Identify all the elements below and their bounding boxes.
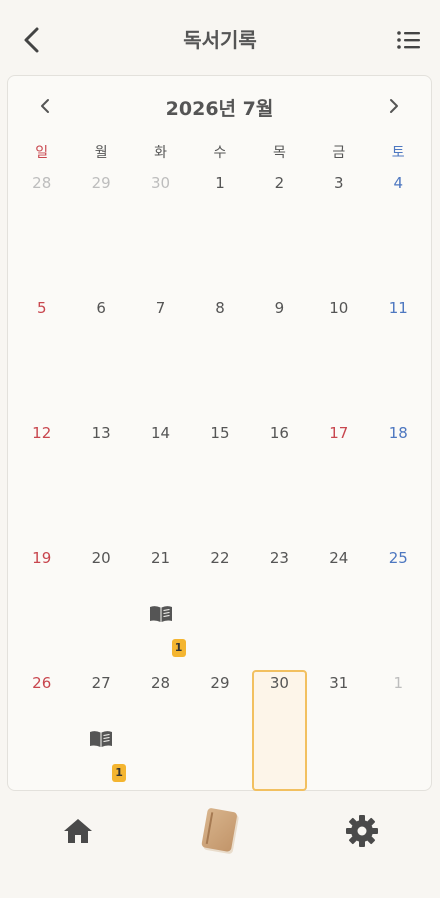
day-number: 11 [388, 299, 408, 317]
calendar-day[interactable]: 25 [369, 545, 428, 670]
day-number: 21 [151, 549, 171, 567]
bottom-nav [0, 796, 440, 898]
calendar-day[interactable]: 30 [131, 170, 190, 295]
calendar-week-row: 26 27 1 28 29 30 31 1 [12, 670, 428, 795]
day-number: 29 [210, 674, 230, 692]
chevron-right-icon[interactable] [381, 94, 405, 118]
day-number: 16 [269, 424, 289, 442]
day-number: 3 [334, 174, 344, 192]
calendar-day[interactable]: 19 [12, 545, 71, 670]
day-number: 1 [393, 674, 404, 692]
day-number: 28 [32, 174, 52, 192]
open-book-icon [149, 605, 173, 623]
calendar-week-row: 5 6 7 8 9 10 11 [12, 295, 428, 420]
calendar-day[interactable]: 29 [190, 670, 249, 795]
day-number: 9 [274, 299, 285, 317]
calendar-day[interactable]: 2 [250, 170, 309, 295]
day-number: 17 [329, 424, 349, 442]
calendar-day[interactable]: 12 [12, 420, 71, 545]
day-number: 7 [155, 299, 166, 317]
day-number: 14 [151, 424, 171, 442]
weekday-label: 수 [213, 145, 227, 161]
calendar-day[interactable]: 1 [190, 170, 249, 295]
calendar-day[interactable]: 24 [309, 545, 368, 670]
calendar-week-row: 12 13 14 15 16 17 18 [12, 420, 428, 545]
calendar-day[interactable]: 16 [250, 420, 309, 545]
calendar-day[interactable]: 5 [12, 295, 71, 420]
calendar-day[interactable]: 10 [309, 295, 368, 420]
day-number: 27 [91, 674, 111, 692]
book-icon[interactable] [196, 806, 244, 858]
calendar-day[interactable]: 11 [369, 295, 428, 420]
calendar-card: 2026년 7월 일 월 화 수 목 금 토 28 29 30 1 2 3 4 5 6 7 8 9 10… [7, 75, 432, 791]
home-icon[interactable] [62, 816, 94, 846]
reading-count-badge: 1 [171, 639, 186, 657]
calendar-week-row: 19 20 21 1 22 23 24 25 [12, 545, 428, 670]
calendar-day[interactable]: 23 [250, 545, 309, 670]
reading-count-badge: 1 [112, 764, 127, 782]
open-book-icon [89, 730, 113, 748]
calendar-day[interactable]: 7 [131, 295, 190, 420]
calendar-day-today[interactable]: 30 [250, 670, 309, 795]
day-number: 30 [151, 174, 171, 192]
calendar-day[interactable]: 31 [309, 670, 368, 795]
top-bar: 독서기록 [0, 0, 440, 76]
month-title: 2026년 7월 [165, 98, 274, 120]
weekday-header: 일 월 화 수 목 금 토 [12, 142, 428, 162]
day-number: 2 [274, 174, 285, 192]
calendar-day[interactable]: 4 [369, 170, 428, 295]
weekday-label: 금 [332, 145, 346, 161]
day-number: 28 [151, 674, 171, 692]
calendar-day[interactable]: 3 [309, 170, 368, 295]
calendar-day[interactable]: 8 [190, 295, 249, 420]
day-number: 24 [329, 549, 349, 567]
day-number: 12 [32, 424, 52, 442]
day-number: 5 [36, 299, 47, 317]
gear-icon[interactable] [345, 814, 379, 848]
day-number: 6 [96, 299, 106, 317]
calendar-day[interactable]: 20 [71, 545, 130, 670]
calendar-day[interactable]: 26 [12, 670, 71, 795]
day-number: 22 [210, 549, 230, 567]
day-number: 13 [91, 424, 111, 442]
day-number: 19 [32, 549, 52, 567]
calendar-day[interactable]: 6 [71, 295, 130, 420]
day-number: 23 [269, 549, 289, 567]
calendar-day[interactable]: 13 [71, 420, 130, 545]
day-number: 25 [388, 549, 408, 567]
day-number: 15 [210, 424, 230, 442]
calendar-day[interactable]: 21 1 [131, 545, 190, 670]
weekday-label: 토 [391, 145, 405, 161]
calendar-day[interactable]: 15 [190, 420, 249, 545]
weekday-label: 월 [94, 145, 108, 161]
list-icon[interactable] [394, 26, 424, 54]
day-number: 8 [215, 299, 225, 317]
day-number: 26 [32, 674, 52, 692]
calendar-day[interactable]: 17 [309, 420, 368, 545]
calendar-day[interactable]: 29 [71, 170, 130, 295]
calendar-day[interactable]: 28 [131, 670, 190, 795]
day-number: 30 [269, 674, 289, 692]
weekday-label: 목 [272, 145, 286, 161]
day-number: 20 [91, 549, 111, 567]
calendar-day[interactable]: 28 [12, 170, 71, 295]
weekday-label: 일 [35, 145, 49, 161]
day-number: 1 [215, 174, 225, 192]
day-number: 18 [388, 424, 408, 442]
calendar-day[interactable]: 14 [131, 420, 190, 545]
page-title: 독서기록 [183, 28, 257, 52]
day-number: 10 [329, 299, 349, 317]
calendar-week-row: 28 29 30 1 2 3 4 [12, 170, 428, 295]
calendar-day[interactable]: 1 [369, 670, 428, 795]
day-number: 31 [329, 674, 349, 692]
day-number: 4 [393, 174, 404, 192]
month-navigation: 2026년 7월 [8, 76, 431, 136]
calendar-day[interactable]: 18 [369, 420, 428, 545]
weekday-label: 화 [154, 145, 167, 161]
calendar-day[interactable]: 27 1 [71, 670, 130, 795]
day-number: 29 [91, 174, 111, 192]
calendar-day[interactable]: 9 [250, 295, 309, 420]
calendar-grid: 28 29 30 1 2 3 4 5 6 7 8 9 10 11 12 13 14 15 16 17 18 19 20 21 1… [12, 170, 428, 795]
calendar-day[interactable]: 22 [190, 545, 249, 670]
